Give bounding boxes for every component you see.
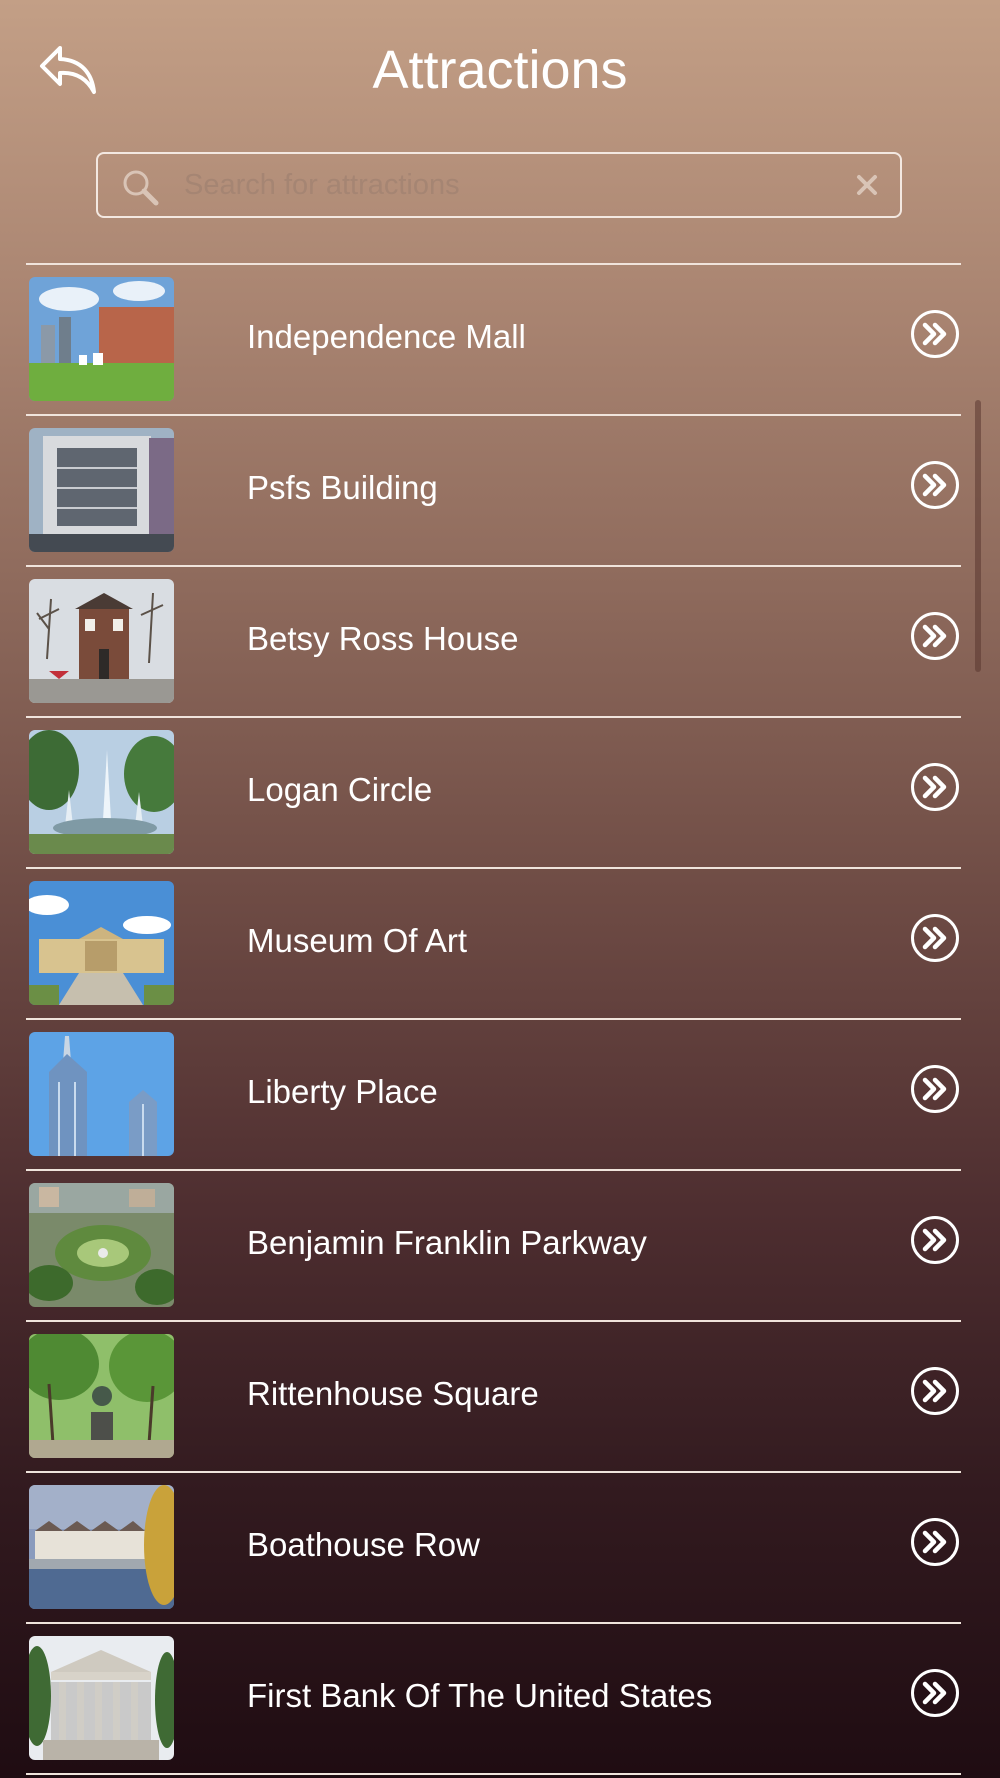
attraction-thumbnail	[29, 1485, 174, 1609]
double-chevron-right-icon[interactable]	[910, 460, 960, 510]
list-item[interactable]: Museum Of Art	[0, 869, 1000, 1020]
attraction-name: First Bank Of The United States	[247, 1677, 713, 1714]
attraction-name: Museum Of Art	[247, 922, 468, 959]
double-chevron-right-icon[interactable]	[910, 762, 960, 812]
divider	[26, 1773, 961, 1775]
attraction-thumbnail	[29, 1183, 174, 1307]
search-bar	[96, 152, 902, 218]
attraction-thumbnail	[29, 730, 174, 854]
attraction-name: Independence Mall	[247, 318, 526, 355]
list-item[interactable]: Independence Mall	[0, 265, 1000, 416]
scrollbar[interactable]	[975, 400, 981, 672]
header: Attractions	[0, 0, 1000, 140]
attraction-thumbnail	[29, 579, 174, 703]
list-item[interactable]: Rittenhouse Square	[0, 1322, 1000, 1473]
list-item[interactable]: First Bank Of The United States	[0, 1624, 1000, 1775]
list-item[interactable]: Boathouse Row	[0, 1473, 1000, 1624]
list-item[interactable]: Logan Circle	[0, 718, 1000, 869]
search-input[interactable]	[184, 154, 824, 216]
close-icon[interactable]	[852, 170, 882, 200]
double-chevron-right-icon[interactable]	[910, 309, 960, 359]
list-item[interactable]: Liberty Place	[0, 1020, 1000, 1171]
attraction-name: Logan Circle	[247, 771, 433, 808]
double-chevron-right-icon[interactable]	[910, 1517, 960, 1567]
attraction-name: Liberty Place	[247, 1073, 438, 1110]
attraction-thumbnail	[29, 881, 174, 1005]
attraction-name: Benjamin Franklin Parkway	[247, 1224, 647, 1261]
attraction-thumbnail	[29, 1032, 174, 1156]
double-chevron-right-icon[interactable]	[910, 1064, 960, 1114]
list-item[interactable]: Benjamin Franklin Parkway	[0, 1171, 1000, 1322]
double-chevron-right-icon[interactable]	[910, 611, 960, 661]
attraction-thumbnail	[29, 428, 174, 552]
attraction-name: Betsy Ross House	[247, 620, 519, 657]
list-item[interactable]: Psfs Building	[0, 416, 1000, 567]
double-chevron-right-icon[interactable]	[910, 1668, 960, 1718]
list-item[interactable]: Betsy Ross House	[0, 567, 1000, 718]
attraction-thumbnail	[29, 277, 174, 401]
attraction-name: Boathouse Row	[247, 1526, 480, 1563]
double-chevron-right-icon[interactable]	[910, 1215, 960, 1265]
double-chevron-right-icon[interactable]	[910, 913, 960, 963]
double-chevron-right-icon[interactable]	[910, 1366, 960, 1416]
search-icon	[123, 170, 159, 206]
attraction-thumbnail	[29, 1636, 174, 1760]
attraction-name: Rittenhouse Square	[247, 1375, 539, 1412]
attraction-name: Psfs Building	[247, 469, 438, 506]
attraction-thumbnail	[29, 1334, 174, 1458]
page-title: Attractions	[372, 40, 628, 100]
